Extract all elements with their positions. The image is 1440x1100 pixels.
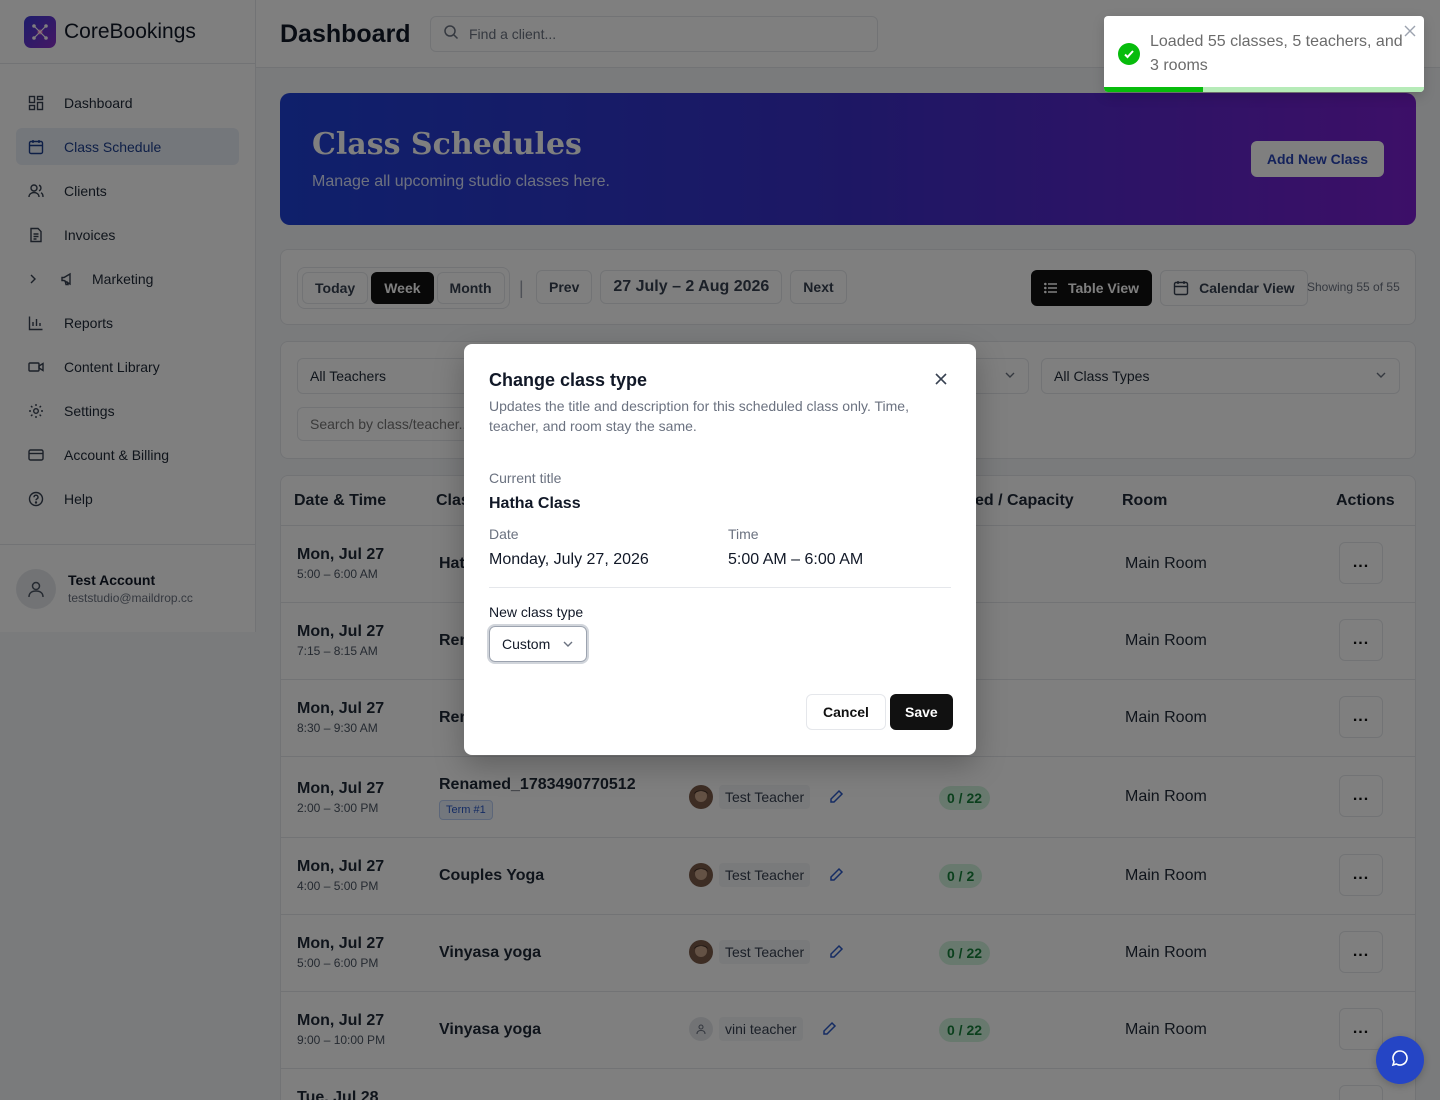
chevron-down-icon xyxy=(562,638,574,650)
toast-progress-bar xyxy=(1104,87,1204,92)
current-title-value: Hatha Class xyxy=(489,495,581,512)
cancel-button[interactable]: Cancel xyxy=(806,694,886,730)
chat-bubble-icon xyxy=(1390,1048,1410,1073)
close-icon[interactable] xyxy=(932,370,950,388)
change-class-type-dialog: Change class type Updates the title and … xyxy=(464,344,976,755)
class-type-select[interactable]: Custom xyxy=(489,626,587,662)
chat-launcher[interactable] xyxy=(1376,1036,1424,1084)
divider xyxy=(489,587,951,588)
class-type-select-value: Custom xyxy=(502,636,551,652)
dialog-title: Change class type xyxy=(489,370,648,390)
new-class-type-label: New class type xyxy=(489,604,584,620)
time-value: 5:00 AM – 6:00 AM xyxy=(728,551,864,568)
time-label: Time xyxy=(728,526,759,542)
toast-message: Loaded 55 classes, 5 teachers, and 3 roo… xyxy=(1150,33,1403,74)
check-circle-icon xyxy=(1118,43,1140,65)
dialog-description: Updates the title and description for th… xyxy=(489,398,909,434)
current-title-label: Current title xyxy=(489,470,562,486)
success-toast: Loaded 55 classes, 5 teachers, and 3 roo… xyxy=(1104,16,1424,92)
date-value: Monday, July 27, 2026 xyxy=(489,551,649,568)
save-button[interactable]: Save xyxy=(890,694,953,730)
date-label: Date xyxy=(489,526,519,542)
close-icon[interactable] xyxy=(1404,24,1416,37)
